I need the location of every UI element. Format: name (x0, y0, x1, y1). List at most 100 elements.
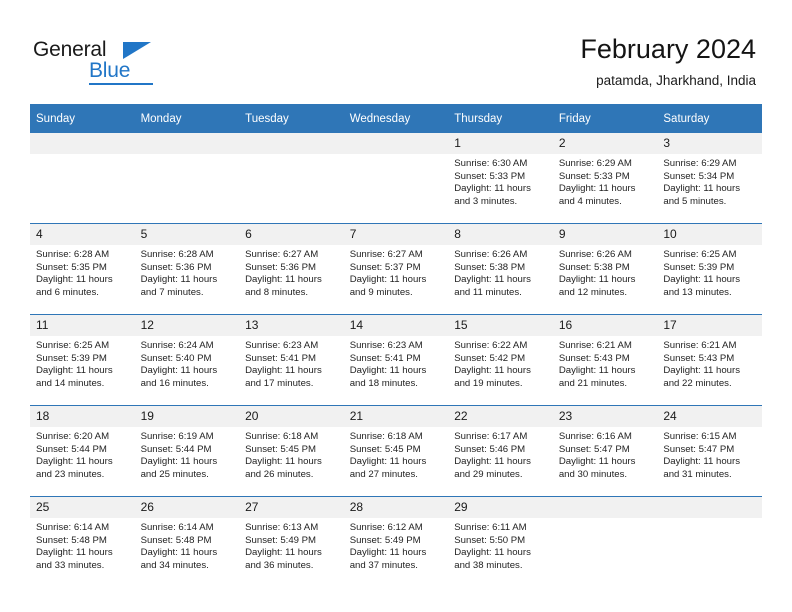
day-details: Sunrise: 6:29 AM Sunset: 5:33 PM Daylight:… (553, 154, 658, 208)
day-details (657, 518, 762, 572)
calendar-day-cell[interactable]: 4 Sunrise: 6:28 AM Sunset: 5:35 PM Daylight… (30, 223, 135, 315)
daylight-line-1: Daylight: 11 hours (245, 274, 322, 286)
sunrise-line (141, 158, 233, 171)
sunset-line: Sunset: 5:43 PM (558, 352, 630, 364)
daylight-line-2: and 30 minutes. (558, 468, 628, 480)
sunset-line: Sunset: 5:34 PM (663, 170, 735, 182)
day-number: 11 (30, 315, 135, 336)
weekday-header-friday: Friday (552, 104, 658, 133)
day-details: Sunrise: 6:18 AM Sunset: 5:45 PM Daylight:… (344, 427, 449, 481)
sunset-line (663, 535, 755, 548)
sunrise-line: Sunrise: 6:19 AM (140, 431, 214, 442)
sunrise-line: Sunrise: 6:14 AM (140, 522, 214, 533)
day-number: 3 (657, 133, 762, 154)
weekday-header-monday: Monday (134, 104, 240, 133)
calendar-day-cell[interactable]: 5 Sunrise: 6:28 AM Sunset: 5:36 PM Daylight… (134, 223, 240, 315)
day-details: Sunrise: 6:18 AM Sunset: 5:45 PM Daylight:… (239, 427, 344, 481)
sunrise-line (559, 522, 651, 535)
sunset-line: Sunset: 5:50 PM (454, 534, 526, 546)
calendar-day-cell[interactable]: 3 Sunrise: 6:29 AM Sunset: 5:34 PM Daylight… (657, 133, 762, 224)
day-number: 21 (343, 406, 449, 427)
calendar-day-cell[interactable]: 21 Sunrise: 6:18 AM Sunset: 5:45 PM Dayligh… (343, 405, 449, 497)
sunrise-line: Sunrise: 6:24 AM (140, 340, 214, 351)
calendar-day-cell[interactable]: 7 Sunrise: 6:27 AM Sunset: 5:37 PM Daylight… (343, 223, 449, 315)
day-number: 24 (657, 406, 762, 427)
day-number (343, 133, 449, 154)
sunset-line: Sunset: 5:36 PM (245, 261, 317, 273)
day-details: Sunrise: 6:22 AM Sunset: 5:42 PM Daylight:… (448, 336, 553, 390)
day-number: 5 (134, 224, 240, 245)
day-details (239, 154, 344, 208)
daylight-line-1: Daylight: 11 hours (36, 456, 113, 468)
calendar-day-cell[interactable]: 24 Sunrise: 6:15 AM Sunset: 5:47 PM Dayligh… (657, 405, 762, 497)
daylight-line-2: and 11 minutes. (454, 286, 522, 298)
daylight-line-2: and 21 minutes. (558, 377, 628, 389)
sunrise-line: Sunrise: 6:18 AM (245, 431, 319, 442)
daylight-line-2: and 37 minutes. (349, 559, 418, 571)
page-subtitle: patamda, Jharkhand, India (596, 73, 756, 88)
daylight-line-2: and 25 minutes. (140, 468, 209, 480)
sunrise-line (36, 158, 128, 171)
calendar-day-cell[interactable]: 15 Sunrise: 6:22 AM Sunset: 5:42 PM Dayligh… (448, 314, 553, 406)
daylight-line-2: and 4 minutes. (558, 195, 622, 207)
daylight-line-1: Daylight: 11 hours (663, 456, 740, 468)
sunrise-line: Sunrise: 6:18 AM (349, 431, 423, 442)
calendar-day-cell[interactable]: 18 Sunrise: 6:20 AM Sunset: 5:44 PM Dayligh… (30, 405, 135, 497)
calendar-day-cell[interactable]: 27 Sunrise: 6:13 AM Sunset: 5:49 PM Dayligh… (239, 496, 344, 587)
daylight-line-1 (141, 183, 233, 196)
calendar-day-cell[interactable]: 28 Sunrise: 6:12 AM Sunset: 5:49 PM Dayligh… (343, 496, 449, 587)
daylight-line-1: Daylight: 11 hours (558, 456, 636, 468)
sunset-line: Sunset: 5:41 PM (245, 352, 317, 364)
calendar-day-cell[interactable]: 14 Sunrise: 6:23 AM Sunset: 5:41 PM Dayligh… (343, 314, 449, 406)
calendar-day-cell[interactable]: 6 Sunrise: 6:27 AM Sunset: 5:36 PM Daylight… (239, 223, 344, 315)
daylight-line-1 (559, 547, 651, 560)
calendar-day-cell[interactable]: 11 Sunrise: 6:25 AM Sunset: 5:39 PM Dayligh… (30, 314, 135, 406)
day-number: 4 (30, 224, 135, 245)
sunrise-line: Sunrise: 6:22 AM (454, 340, 528, 351)
daylight-line-2: and 5 minutes. (663, 195, 727, 207)
day-number: 9 (552, 224, 658, 245)
sunset-line: Sunset: 5:47 PM (663, 443, 735, 455)
logo-text-blue: Blue (89, 59, 131, 82)
calendar-day-cell[interactable]: 20 Sunrise: 6:18 AM Sunset: 5:45 PM Dayligh… (239, 405, 344, 497)
day-details: Sunrise: 6:13 AM Sunset: 5:49 PM Daylight:… (239, 518, 344, 572)
calendar-day-cell[interactable]: 16 Sunrise: 6:21 AM Sunset: 5:43 PM Dayligh… (552, 314, 658, 406)
daylight-line-1: Daylight: 11 hours (663, 183, 740, 195)
daylight-line-2: and 36 minutes. (245, 559, 314, 571)
calendar-day-cell[interactable]: 2 Sunrise: 6:29 AM Sunset: 5:33 PM Daylight… (552, 133, 658, 224)
calendar-week-row: 18 Sunrise: 6:20 AM Sunset: 5:44 PM Dayligh… (30, 405, 762, 497)
sunset-line: Sunset: 5:37 PM (349, 261, 421, 273)
day-details: Sunrise: 6:21 AM Sunset: 5:43 PM Daylight:… (553, 336, 658, 390)
calendar-day-cell[interactable]: 13 Sunrise: 6:23 AM Sunset: 5:41 PM Dayligh… (239, 314, 344, 406)
calendar-day-cell[interactable]: 8 Sunrise: 6:26 AM Sunset: 5:38 PM Daylight… (448, 223, 553, 315)
calendar-day-cell[interactable]: 12 Sunrise: 6:24 AM Sunset: 5:40 PM Dayligh… (134, 314, 240, 406)
calendar-day-cell[interactable]: 25 Sunrise: 6:14 AM Sunset: 5:48 PM Dayligh… (30, 496, 135, 587)
calendar-week-row: 1 Sunrise: 6:30 AM Sunset: 5:33 PM Daylight… (30, 133, 762, 224)
day-number: 16 (552, 315, 658, 336)
calendar-day-cell[interactable]: 9 Sunrise: 6:26 AM Sunset: 5:38 PM Daylight… (552, 223, 658, 315)
calendar-empty-cell (657, 496, 762, 587)
calendar-day-cell[interactable]: 22 Sunrise: 6:17 AM Sunset: 5:46 PM Dayligh… (448, 405, 553, 497)
day-details (30, 154, 135, 208)
day-details: Sunrise: 6:27 AM Sunset: 5:37 PM Daylight:… (344, 245, 449, 299)
day-number (30, 133, 135, 154)
calendar-day-cell[interactable]: 10 Sunrise: 6:25 AM Sunset: 5:39 PM Dayligh… (657, 223, 762, 315)
day-number: 18 (30, 406, 135, 427)
calendar-day-cell[interactable]: 1 Sunrise: 6:30 AM Sunset: 5:33 PM Daylight… (448, 133, 553, 224)
sunrise-line: Sunrise: 6:27 AM (245, 249, 319, 260)
calendar-day-cell[interactable]: 23 Sunrise: 6:16 AM Sunset: 5:47 PM Dayligh… (552, 405, 658, 497)
calendar-day-cell[interactable]: 29 Sunrise: 6:11 AM Sunset: 5:50 PM Dayligh… (448, 496, 553, 587)
weekday-header-saturday: Saturday (657, 104, 762, 133)
daylight-line-2: and 31 minutes. (663, 468, 732, 480)
daylight-line-1 (36, 183, 128, 196)
day-number: 8 (448, 224, 553, 245)
calendar-day-cell[interactable]: 17 Sunrise: 6:21 AM Sunset: 5:43 PM Dayligh… (657, 314, 762, 406)
day-number: 22 (448, 406, 553, 427)
calendar-day-cell[interactable]: 26 Sunrise: 6:14 AM Sunset: 5:48 PM Dayligh… (134, 496, 240, 587)
calendar-day-cell[interactable]: 19 Sunrise: 6:19 AM Sunset: 5:44 PM Dayligh… (134, 405, 240, 497)
sunset-line: Sunset: 5:44 PM (36, 443, 107, 455)
daylight-line-1: Daylight: 11 hours (558, 365, 636, 377)
day-number: 14 (343, 315, 449, 336)
sunset-line: Sunset: 5:47 PM (558, 443, 630, 455)
day-number: 15 (448, 315, 553, 336)
